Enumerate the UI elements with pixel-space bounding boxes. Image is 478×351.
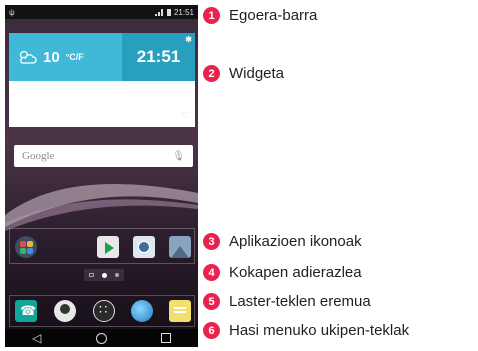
home-touch-buttons: ◁ <box>5 329 198 347</box>
phone-icon[interactable] <box>15 300 37 322</box>
app-folder-icon[interactable] <box>15 236 37 258</box>
callout-number: 2 <box>203 65 220 82</box>
recent-apps-button[interactable] <box>160 333 171 343</box>
callout-label: Widgeta <box>229 65 285 82</box>
status-bar: ψ 21:51 <box>5 5 198 19</box>
clock-time: 21:51 <box>136 47 181 66</box>
callout-location-indicator: 4 Kokapen adierazlea <box>203 264 362 281</box>
heart-icon[interactable]: ♡ <box>182 110 190 121</box>
signal-icon <box>154 8 164 16</box>
apps-drawer-icon[interactable] <box>93 300 115 322</box>
partly-cloudy-icon <box>19 50 37 64</box>
contacts-icon[interactable] <box>54 300 76 322</box>
callout-touch-buttons: 6 Hasi menuko ukipen-teklak <box>203 322 409 339</box>
weather-unit: °C/F <box>65 52 84 62</box>
home-button[interactable] <box>95 332 107 344</box>
location-indicator <box>84 269 124 281</box>
home-page-dot[interactable] <box>89 273 94 277</box>
gear-icon[interactable]: ✱ <box>185 35 192 44</box>
play-store-icon[interactable] <box>97 236 119 258</box>
weather-widget[interactable]: 10 °C/F <box>9 33 122 81</box>
battery-icon <box>166 8 171 16</box>
callout-quick-keys: 5 Laster-teklen eremua <box>203 293 371 310</box>
messages-icon[interactable] <box>169 300 191 322</box>
callout-number: 6 <box>203 322 220 339</box>
callout-label: Hasi menuko ukipen-teklak <box>229 322 410 339</box>
current-page-dot[interactable] <box>102 272 107 278</box>
callout-number: 5 <box>203 293 220 310</box>
weather-temperature: 10 <box>43 48 60 66</box>
page-dot[interactable] <box>115 273 119 277</box>
usb-icon: ψ <box>9 7 15 17</box>
gallery-icon[interactable] <box>169 236 191 258</box>
widget-bottom-panel: ♡ <box>9 81 195 127</box>
clock-widget[interactable]: 21:51 ✱ <box>122 33 195 81</box>
google-search-bar[interactable]: Google 🎙 <box>14 145 193 167</box>
callout-app-icons: 3 Aplikazioen ikonoak <box>203 233 362 250</box>
callout-status-bar: 1 Egoera-barra <box>203 7 317 24</box>
callout-number: 1 <box>203 7 220 24</box>
app-icons-area <box>9 228 195 264</box>
microphone-icon[interactable]: 🎙 <box>172 151 185 162</box>
wallpaper-swoosh <box>5 184 198 231</box>
camera-icon[interactable] <box>133 236 155 258</box>
phone-screen: ψ 21:51 10 °C/F 21:51 ✱ ♡ Google 🎙 ☎ ∷ ◁ <box>5 5 198 347</box>
google-logo: Google <box>22 150 55 162</box>
callout-label: Aplikazioen ikonoak <box>229 233 362 250</box>
quick-keys-area <box>9 295 195 327</box>
callout-label: Egoera-barra <box>229 7 318 24</box>
back-button[interactable]: ◁ <box>32 331 41 345</box>
status-time: 21:51 <box>173 7 194 17</box>
callout-widget: 2 Widgeta <box>203 65 284 82</box>
browser-icon[interactable] <box>131 300 153 322</box>
widget[interactable]: 10 °C/F 21:51 ✱ ♡ <box>9 33 195 127</box>
callout-number: 3 <box>203 233 220 250</box>
callout-number: 4 <box>203 264 220 281</box>
callout-label: Laster-teklen eremua <box>229 293 371 310</box>
callout-label: Kokapen adierazlea <box>229 264 362 281</box>
